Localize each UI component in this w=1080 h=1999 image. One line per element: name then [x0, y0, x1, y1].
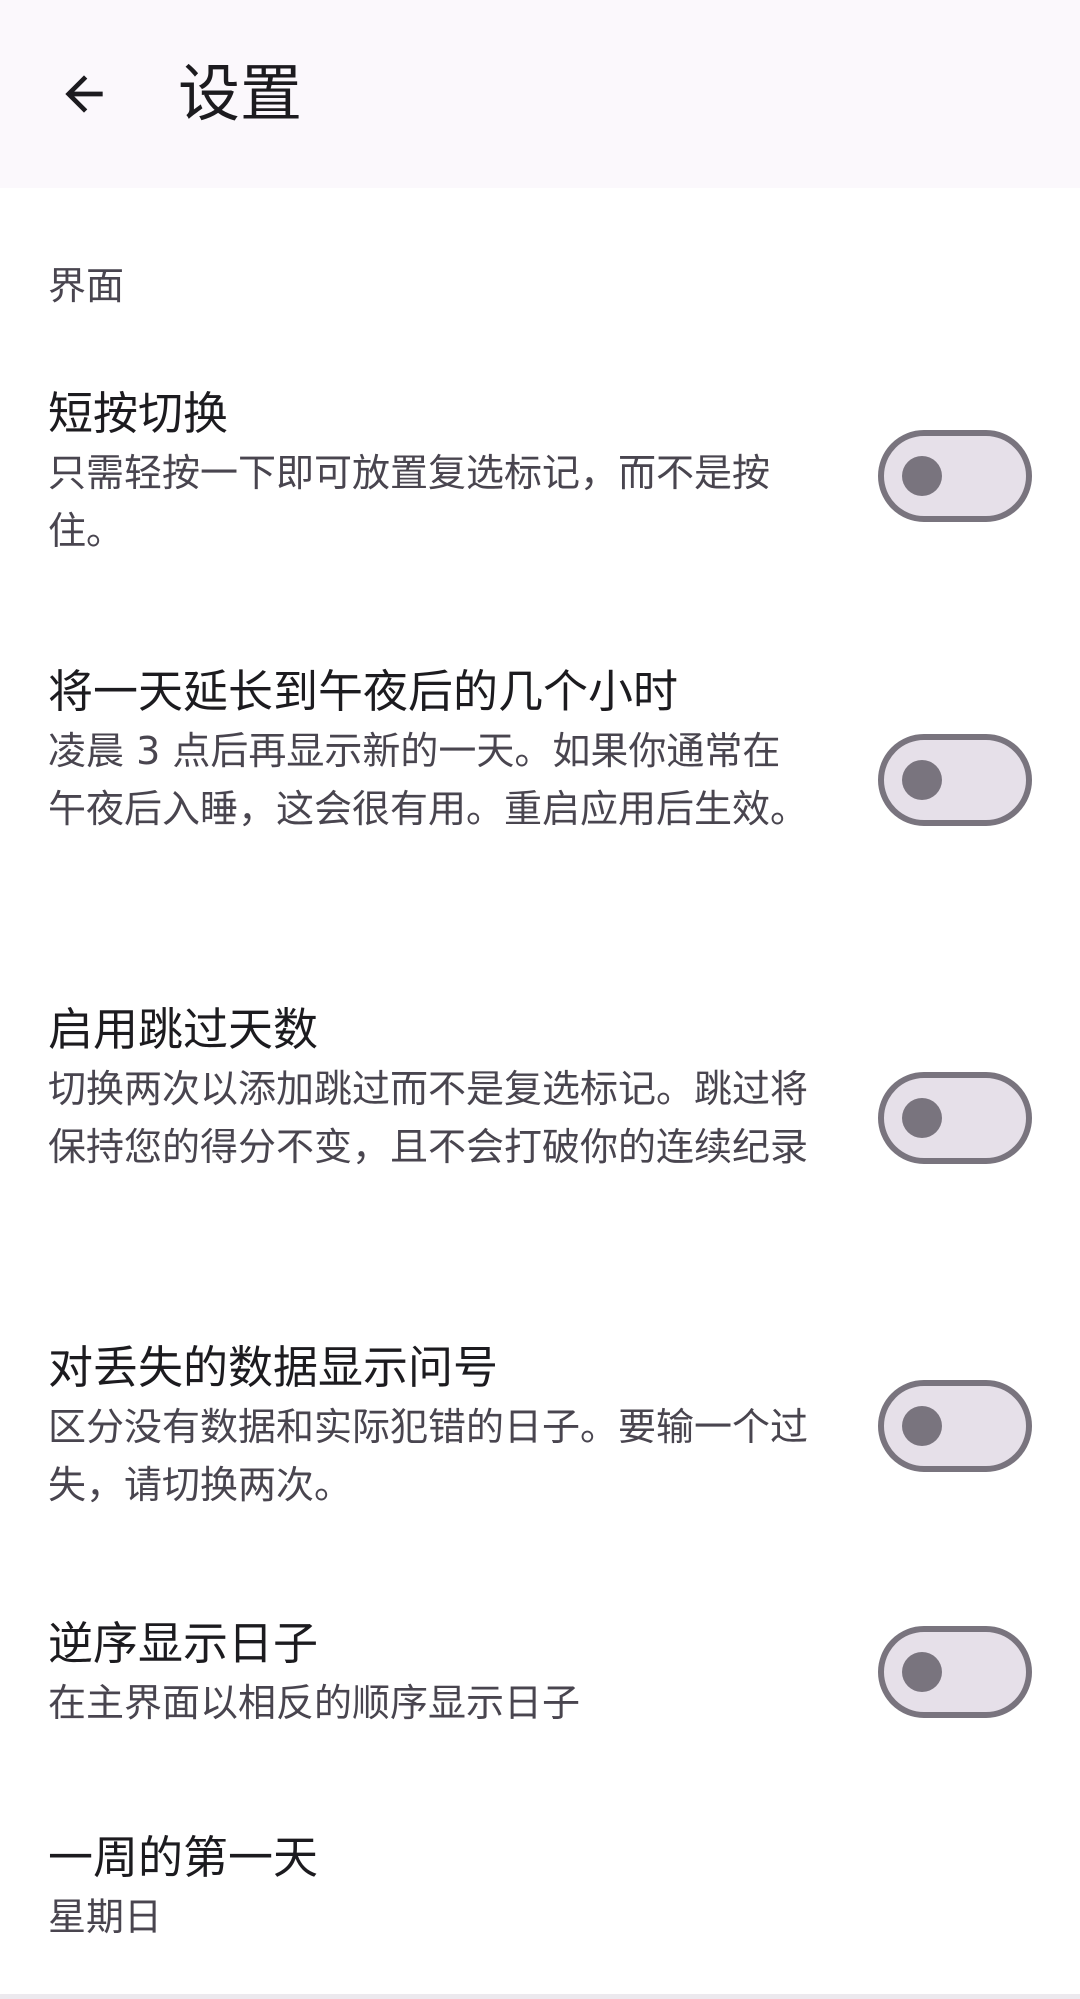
setting-row-reverse-days[interactable]: 逆序显示日子 在主界面以相反的顺序显示日子: [0, 1614, 1080, 1754]
section-header-interface: 界面: [48, 264, 125, 308]
setting-summary: 凌晨 3 点后再显示新的一天。如果你通常在午夜后入睡，这会很有用。重启应用后生效…: [48, 729, 809, 831]
setting-summary: 只需轻按一下即可放置复选标记，而不是按住。: [48, 451, 771, 553]
arrow-left-icon: [65, 75, 103, 113]
setting-summary: 区分没有数据和实际犯错的日子。要输一个过失，请切换两次。: [48, 1405, 809, 1507]
setting-row-short-press-toggle[interactable]: 短按切换 只需轻按一下即可放置复选标记，而不是按住。: [0, 384, 1080, 584]
setting-value-first-day: 星期日: [48, 1895, 163, 1939]
setting-title: 启用跳过天数: [48, 1003, 319, 1056]
switch-thumb: [902, 760, 942, 800]
switch-thumb: [902, 1406, 942, 1446]
setting-title: 将一天延长到午夜后的几个小时: [48, 665, 679, 718]
setting-summary: 在主界面以相反的顺序显示日子: [48, 1681, 581, 1725]
toggle-switch-extend-day[interactable]: [878, 734, 1032, 826]
top-app-bar: 设置: [0, 0, 1080, 188]
toggle-switch-short-press[interactable]: [878, 430, 1032, 522]
bottom-divider: [0, 1994, 1080, 1999]
switch-thumb: [902, 456, 942, 496]
setting-title: 一周的第一天: [48, 1831, 319, 1884]
setting-row-enable-skip-days[interactable]: 启用跳过天数 切换两次以添加跳过而不是复选标记。跳过将保持您的得分不变，且不会打…: [0, 1000, 1080, 1260]
page-title: 设置: [178, 57, 303, 130]
setting-title: 对丢失的数据显示问号: [48, 1341, 499, 1394]
toggle-switch-question-mark[interactable]: [878, 1380, 1032, 1472]
toggle-switch-skip-days[interactable]: [878, 1072, 1032, 1164]
setting-title: 逆序显示日子: [48, 1617, 319, 1670]
toggle-switch-reverse-days[interactable]: [878, 1626, 1032, 1718]
setting-summary: 切换两次以添加跳过而不是复选标记。跳过将保持您的得分不变，且不会打破你的连续纪录: [48, 1067, 809, 1169]
switch-thumb: [902, 1652, 942, 1692]
setting-row-first-day-of-week[interactable]: 一周的第一天 星期日: [0, 1828, 1080, 1958]
switch-thumb: [902, 1098, 942, 1138]
setting-row-extend-day[interactable]: 将一天延长到午夜后的几个小时 凌晨 3 点后再显示新的一天。如果你通常在午夜后入…: [0, 662, 1080, 922]
setting-row-question-mark-missing[interactable]: 对丢失的数据显示问号 区分没有数据和实际犯错的日子。要输一个过失，请切换两次。: [0, 1338, 1080, 1538]
back-button[interactable]: [40, 50, 128, 138]
setting-title: 短按切换: [48, 387, 229, 440]
